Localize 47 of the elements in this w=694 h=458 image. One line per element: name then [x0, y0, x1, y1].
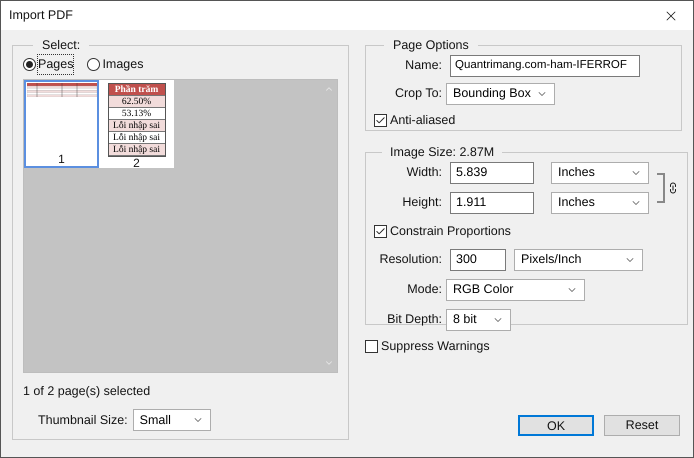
dialog-button[interactable]: Reset: [604, 415, 680, 436]
field-label: Width:: [406, 164, 442, 182]
thumbnail-cell: Lỗi nhập sai: [108, 120, 164, 132]
checkbox-label: Anti-aliased: [390, 112, 456, 129]
group-title: Select:: [41, 37, 82, 54]
unit-select[interactable]: Inches: [551, 162, 649, 184]
checkbox-label: Constrain Proportions: [390, 222, 511, 240]
anti-aliased-checkbox[interactable]: [374, 114, 387, 127]
resolution-field[interactable]: 300: [450, 248, 506, 270]
field-label: Bit Depth:: [386, 311, 442, 328]
constrain-checkbox[interactable]: [374, 224, 387, 238]
field-label: Height:: [401, 194, 442, 212]
crop-to-select[interactable]: Bounding Box: [446, 82, 555, 105]
mode-select[interactable]: RGB Color: [446, 278, 585, 300]
group-title: Image Size: 2.87M: [389, 144, 496, 161]
field-label: Thumbnail Size:: [38, 412, 128, 429]
page-number: 1: [58, 153, 65, 166]
dimension-field[interactable]: 1.911: [450, 192, 534, 214]
unit-select[interactable]: Inches: [551, 192, 649, 214]
field-label: Crop To:: [394, 85, 442, 102]
resolution-unit-select[interactable]: Pixels/Inch: [514, 248, 643, 270]
group-title: Page Options: [392, 37, 470, 54]
page-number: 2: [133, 157, 140, 170]
radio-option[interactable]: Images: [87, 55, 144, 74]
thumbnail-cell: Lỗi nhập sai: [108, 144, 164, 156]
thumbnail-cell: Lỗi nhập sai: [108, 132, 164, 144]
selection-status: 1 of 2 page(s) selected: [23, 383, 152, 400]
field-label: Mode:: [406, 281, 442, 298]
page-thumbnail-drawing: [26, 83, 96, 98]
field-label: Name:: [404, 57, 442, 74]
dialog-button[interactable]: OK: [518, 415, 594, 436]
link-bracket[interactable]: [657, 172, 679, 203]
link-icon[interactable]: [667, 182, 679, 194]
radio-option[interactable]: Pages: [23, 55, 74, 74]
name-field[interactable]: Quantrimang.com-ham-IFERROF: [450, 54, 640, 77]
checkbox-label: Suppress Warnings: [381, 338, 490, 355]
thumbnail-cell: 53.13%: [108, 108, 164, 120]
page-thumbnail[interactable]: Phần trăm 62.50% 53.13% Lỗi nhập sai Lỗi nhập sai Lỗi nhập sai 2: [99, 80, 174, 168]
field-label: Resolution:: [378, 251, 442, 268]
suppress-warnings-checkbox[interactable]: [365, 340, 378, 353]
thumbnail-cell: 62.50%: [108, 96, 164, 108]
thumbnail-size-select[interactable]: Small: [132, 409, 211, 431]
bit-depth-select[interactable]: 8 bit: [446, 308, 511, 330]
thumbnail-cell: Phần trăm: [108, 84, 164, 96]
dimension-field[interactable]: 5.839: [450, 162, 534, 184]
window-title: Import PDF: [9, 7, 73, 24]
page-thumbnail[interactable]: 1: [24, 80, 99, 168]
